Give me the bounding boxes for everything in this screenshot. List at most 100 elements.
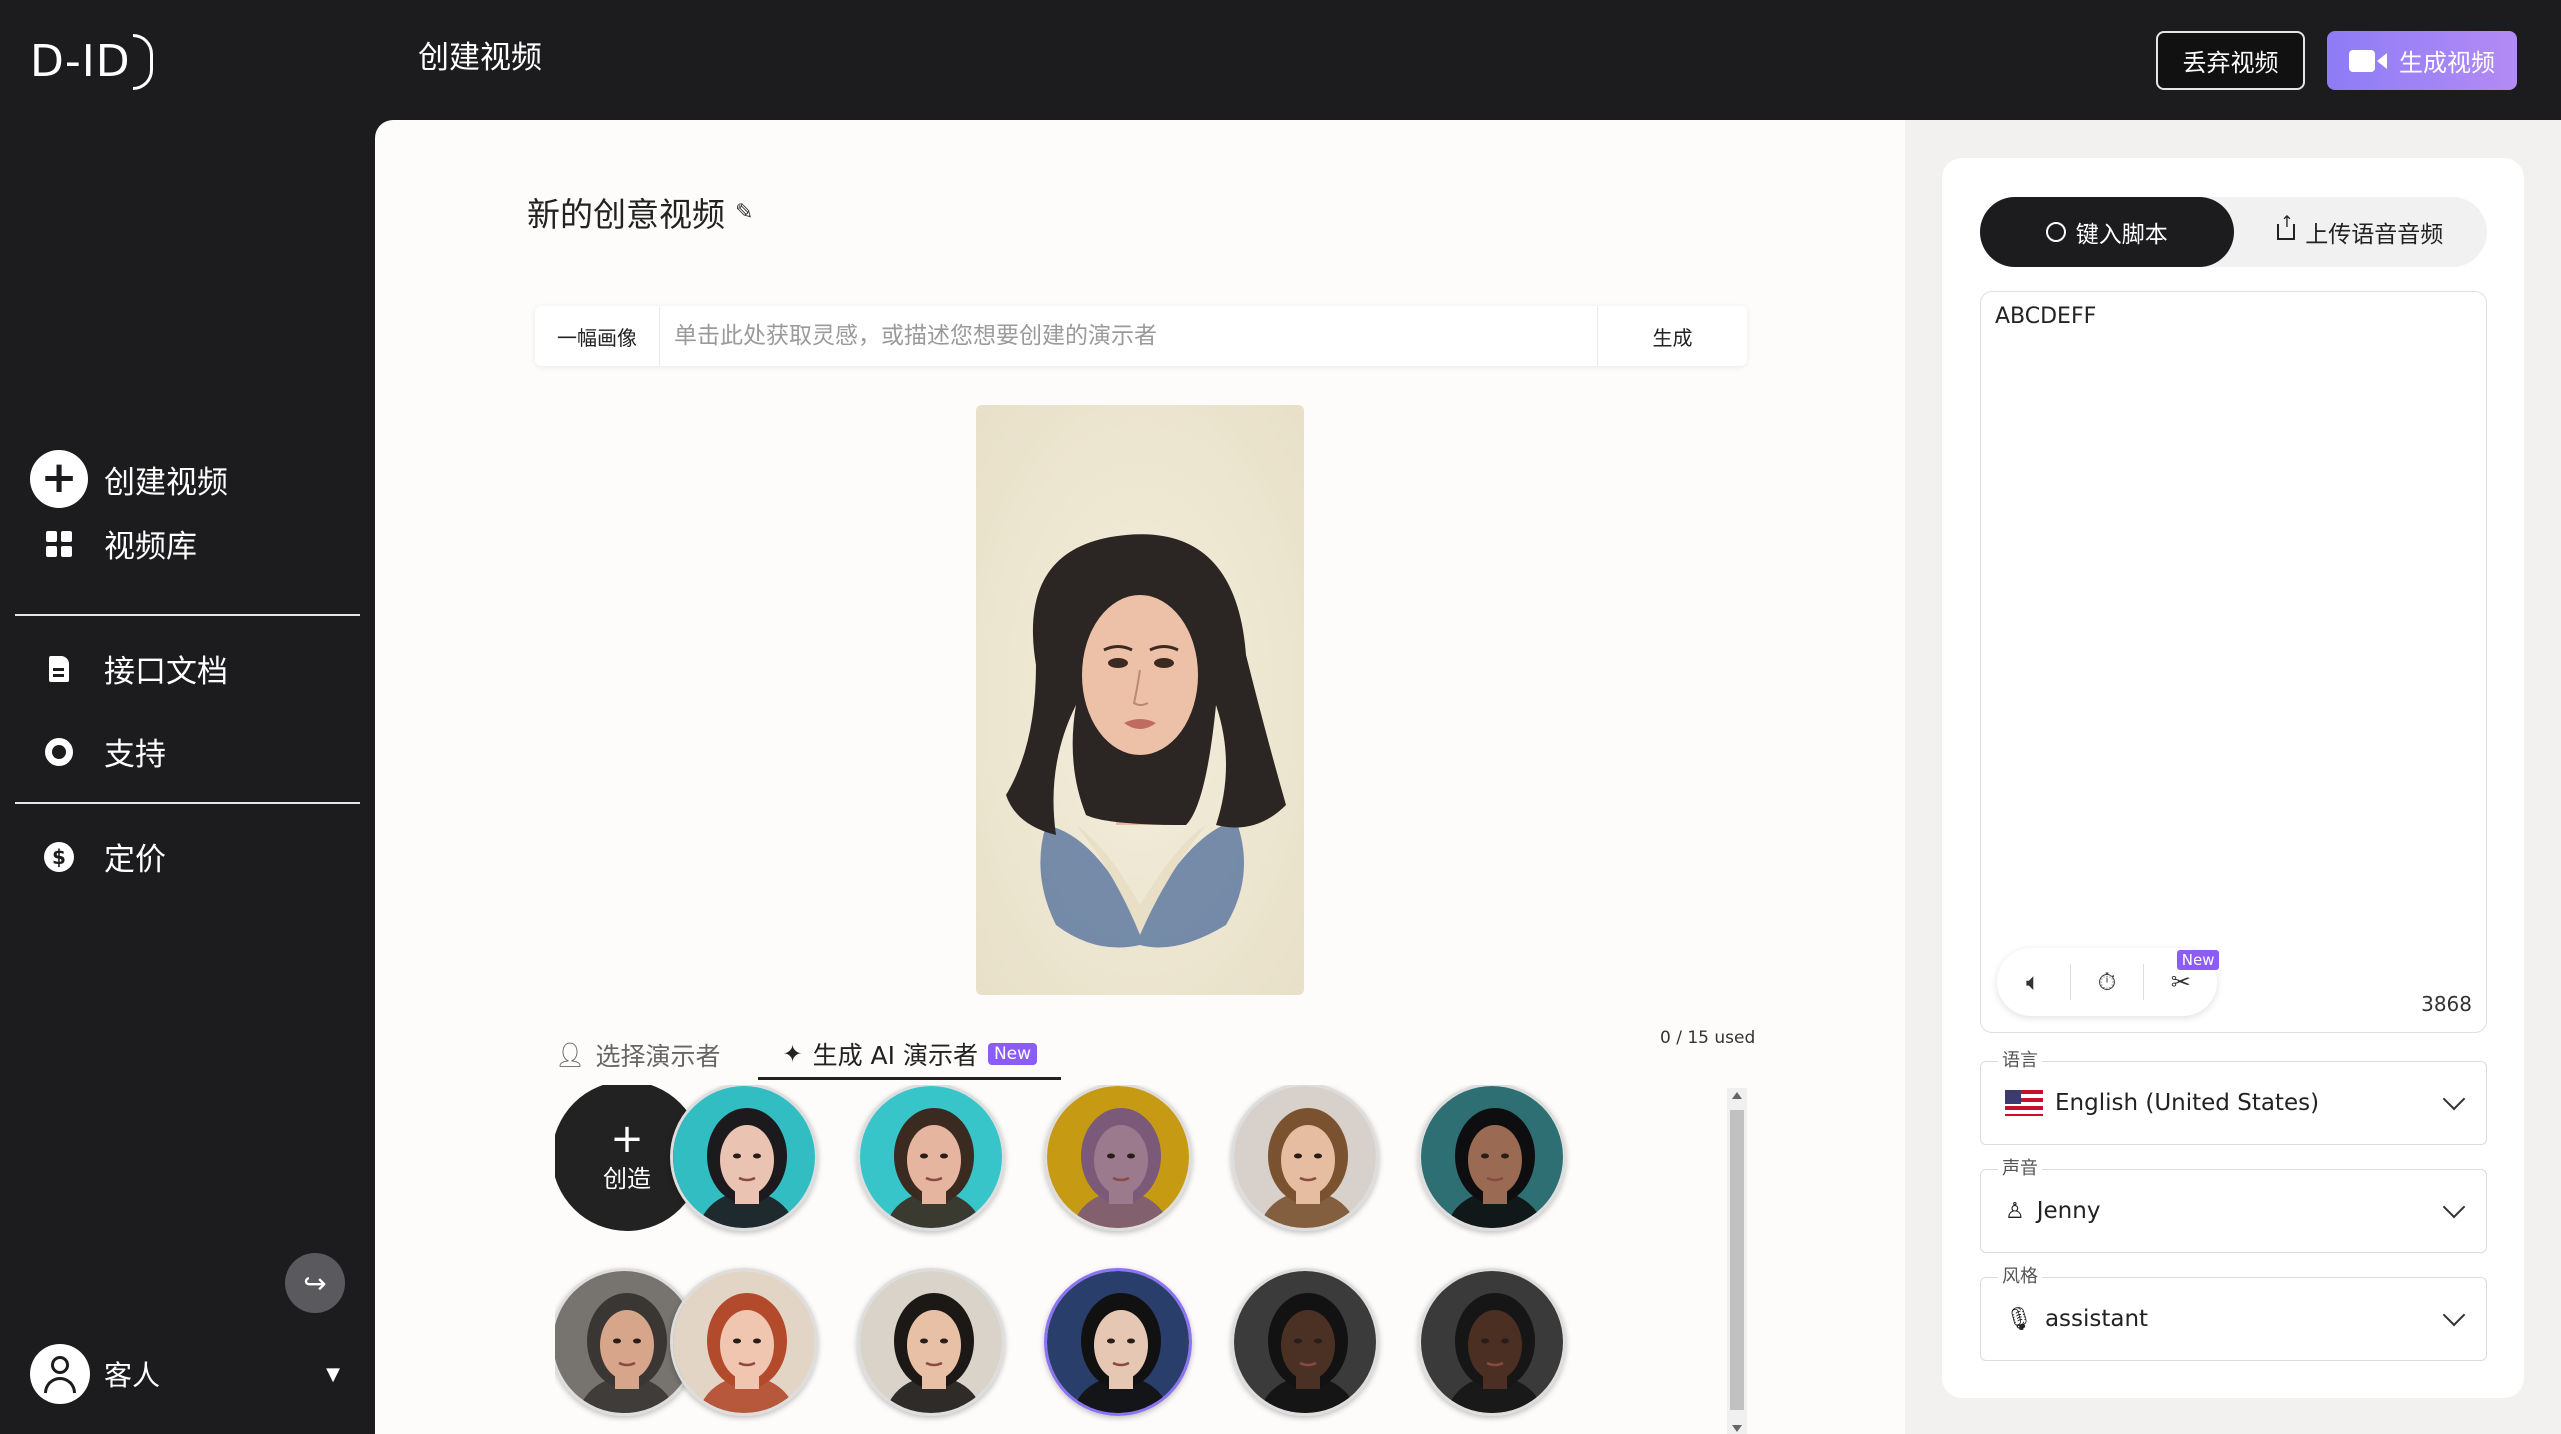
sidebar-item-label: 创建视频: [104, 464, 228, 501]
person-icon: 👤︎: [555, 1041, 586, 1069]
scroll-down-icon[interactable]: [1732, 1425, 1742, 1432]
style-value: assistant: [2044, 1306, 2149, 1332]
video-camera-icon: [2349, 49, 2387, 72]
user-name: 客人: [104, 1359, 161, 1392]
sidebar-item-label: 定价: [104, 842, 166, 878]
new-badge: New: [2176, 950, 2220, 970]
sidebar: + 创建视频 视频库 接口文档 支持 $ 定价: [0, 120, 375, 1434]
language-select[interactable]: English (United States): [1980, 1061, 2487, 1145]
page-title: 创建视频: [418, 40, 542, 76]
script-mode-toggle: 键入脚本 上传语音音频: [1980, 197, 2487, 267]
tab-upload-audio[interactable]: 上传语音音频: [2234, 197, 2488, 267]
sidebar-item-support[interactable]: 支持: [30, 729, 166, 774]
pencil-icon[interactable]: ✎: [735, 200, 753, 225]
presenter-avatar[interactable]: [1044, 1085, 1192, 1231]
scroll-up-icon[interactable]: [1732, 1092, 1742, 1099]
chevron-down-icon: [2442, 1303, 2466, 1327]
style-select[interactable]: 🎙︎ assistant: [1980, 1277, 2487, 1361]
voice-select[interactable]: ♙ Jenny: [1980, 1169, 2487, 1253]
tab-label: 上传语音音频: [2305, 222, 2444, 248]
tool-divider: [2069, 964, 2071, 1000]
prompt-generate-button[interactable]: 生成: [1597, 306, 1747, 366]
sidebar-item-create-video[interactable]: + 创建视频: [30, 450, 228, 508]
timer-icon[interactable]: ⏱︎: [2087, 968, 2127, 996]
presenter-grid: + 创造: [555, 1085, 1655, 1434]
voice-value: Jenny: [2036, 1198, 2101, 1224]
new-badge: New: [987, 1042, 1038, 1065]
tab-type-script[interactable]: 键入脚本: [1980, 197, 2234, 267]
sidebar-item-label: 视频库: [104, 529, 197, 565]
voice-person-icon: ♙: [2005, 1198, 2025, 1224]
magic-wand-icon[interactable]: ✂︎ New: [2161, 950, 2220, 996]
presenter-avatar[interactable]: [1231, 1085, 1379, 1231]
presenter-avatar[interactable]: [1044, 1268, 1192, 1416]
create-label: 创造: [603, 1164, 651, 1193]
sidebar-item-video-library[interactable]: 视频库: [30, 521, 197, 566]
did-logo[interactable]: D-ID: [30, 32, 153, 92]
sidebar-divider: [15, 614, 360, 616]
collapse-arrow-icon: ↪: [303, 1266, 327, 1300]
collapse-sidebar-button[interactable]: ↪: [285, 1253, 345, 1313]
tool-divider: [2143, 964, 2145, 1000]
us-flag-icon: [2005, 1090, 2043, 1116]
editor-canvas: 新的创意视频 ✎ 一幅画像 生成: [375, 120, 1905, 1434]
scrollbar-thumb[interactable]: [1730, 1110, 1744, 1410]
presenter-grid-scrollbar[interactable]: [1727, 1088, 1747, 1434]
presenter-avatar[interactable]: [670, 1268, 818, 1416]
language-value: English (United States): [2055, 1090, 2320, 1116]
user-avatar-icon: [30, 1344, 90, 1404]
presenter-avatar[interactable]: [670, 1085, 818, 1231]
top-bar: D-ID 创建视频 丢弃视频 生成视频: [0, 0, 2561, 120]
tab-generate-ai-presenter[interactable]: ✦ 生成 AI 演示者 New: [758, 1030, 1062, 1080]
script-textarea[interactable]: ABCDEFF 🔈︎ ⏱︎ ✂︎ New 3868: [1980, 291, 2487, 1033]
dollar-icon: $: [44, 841, 74, 872]
plus-icon: +: [610, 1115, 644, 1162]
voice-label: 声音: [1998, 1154, 2042, 1180]
tab-label: 键入脚本: [2075, 222, 2168, 248]
tab-choose-presenter[interactable]: 👤︎ 选择演示者: [555, 1030, 734, 1080]
video-title[interactable]: 新的创意视频 ✎: [527, 188, 753, 236]
style-label: 风格: [1998, 1262, 2042, 1288]
discard-video-button[interactable]: 丢弃视频: [2156, 31, 2305, 90]
presenter-avatar[interactable]: [1231, 1268, 1379, 1416]
generate-video-label: 生成视频: [2399, 49, 2495, 77]
logo-text: D-ID: [30, 36, 131, 87]
presenter-avatar[interactable]: [1418, 1268, 1566, 1416]
chevron-down-icon: [2442, 1195, 2466, 1219]
sidebar-item-label: 接口文档: [104, 654, 228, 690]
presenter-avatar[interactable]: [857, 1085, 1005, 1231]
grid-icon: [46, 530, 72, 557]
document-icon: [49, 655, 69, 682]
tab-label: 生成 AI 演示者: [812, 1040, 978, 1070]
sidebar-divider: [15, 802, 360, 804]
generation-usage: 0 / 15 used: [1660, 1028, 1756, 1048]
chevron-down-icon: [2442, 1087, 2466, 1111]
video-title-text: 新的创意视频: [527, 195, 725, 234]
presenter-avatar[interactable]: [857, 1268, 1005, 1416]
language-label: 语言: [1998, 1046, 2042, 1072]
prompt-kind-select[interactable]: 一幅画像: [535, 306, 660, 366]
sparkles-icon: ✦: [782, 1039, 803, 1068]
logo-bracket: [132, 34, 153, 90]
presenter-prompt-bar: 一幅画像 生成: [535, 306, 1747, 366]
lifebuoy-icon: [45, 737, 73, 766]
sidebar-item-api-docs[interactable]: 接口文档: [30, 646, 228, 691]
user-menu[interactable]: 客人 ▼: [30, 1344, 340, 1404]
chat-bubble-icon: [2045, 222, 2066, 242]
sidebar-item-pricing[interactable]: $ 定价: [30, 834, 166, 879]
script-text[interactable]: ABCDEFF: [1995, 304, 2096, 329]
presenter-avatar[interactable]: [1418, 1085, 1566, 1231]
script-tools: 🔈︎ ⏱︎ ✂︎ New: [1997, 948, 2220, 1016]
tab-label: 选择演示者: [595, 1042, 721, 1071]
upload-icon: [2277, 212, 2296, 240]
character-count: 3868: [2421, 992, 2472, 1016]
presenter-prompt-input[interactable]: [660, 306, 1597, 366]
presenter-tabs: 👤︎ 选择演示者 ✦ 生成 AI 演示者 New: [555, 1030, 1062, 1080]
generate-video-button[interactable]: 生成视频: [2327, 31, 2517, 90]
presenter-preview-image: [976, 405, 1304, 995]
microphone-icon: 🎙︎: [2005, 1306, 2033, 1332]
caret-down-icon: ▼: [326, 1363, 340, 1385]
speaker-icon[interactable]: 🔈︎: [2013, 968, 2053, 996]
sidebar-item-label: 支持: [104, 737, 166, 773]
plus-circle-icon: +: [30, 450, 88, 508]
